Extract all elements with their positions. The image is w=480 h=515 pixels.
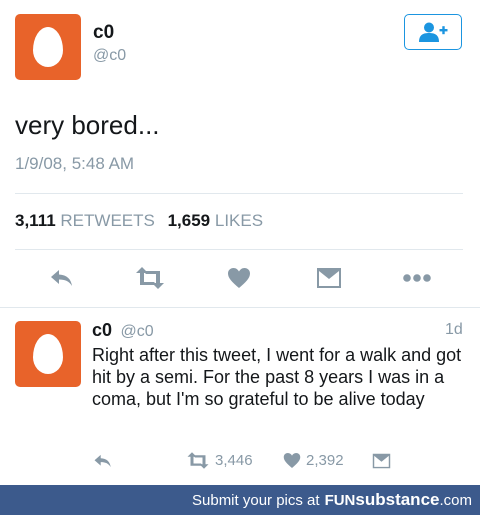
footer-prefix: Submit your pics at (192, 491, 320, 509)
timestamp[interactable]: 1/9/08, 5:48 AM (15, 154, 134, 174)
footer-brand-bold: FUN (324, 492, 356, 509)
reply-reply-button[interactable] (93, 453, 113, 469)
reply-like-count: 2,392 (306, 452, 344, 469)
more-icon (403, 274, 431, 282)
reply-button[interactable] (45, 264, 79, 292)
retweet-icon (136, 267, 164, 289)
more-button[interactable] (400, 264, 434, 292)
add-user-icon (419, 22, 448, 42)
reply-header: c0 @c0 (92, 320, 154, 341)
like-icon (228, 268, 250, 288)
divider (0, 307, 480, 308)
tweet-stats: 3,111 RETWEETS 1,659 LIKES (15, 211, 271, 231)
reply-icon (51, 270, 72, 286)
retweet-button[interactable] (132, 264, 168, 292)
like-icon (283, 453, 301, 468)
footer-brand-rest: substance (355, 490, 440, 509)
reply-time[interactable]: 1d (445, 321, 463, 339)
likes-count[interactable]: 1,659 (168, 211, 211, 230)
reply-avatar[interactable] (15, 321, 81, 387)
retweets-count[interactable]: 3,111 (15, 211, 56, 230)
egg-icon (33, 27, 63, 67)
reply-retweet-count: 3,446 (215, 452, 253, 469)
handle[interactable]: @c0 (93, 47, 126, 65)
reply-handle[interactable]: @c0 (120, 323, 153, 340)
reply-like-button[interactable]: 2,392 (283, 452, 344, 469)
message-button[interactable] (313, 264, 345, 292)
reply-message-button[interactable] (372, 453, 391, 469)
egg-icon (33, 334, 63, 374)
display-name[interactable]: c0 (93, 22, 114, 44)
avatar[interactable] (15, 14, 81, 80)
follow-button[interactable] (404, 14, 462, 50)
reply-text: Right after this tweet, I went for a wal… (92, 345, 462, 409)
watermark-banner: Submit your pics at FUNsubstance.com (0, 485, 480, 515)
footer-brand: FUNsubstance.com (325, 490, 472, 510)
retweets-label[interactable]: RETWEETS (60, 211, 154, 230)
like-button[interactable] (224, 264, 254, 292)
divider (15, 249, 463, 250)
footer-brand-tld: .com (439, 492, 472, 509)
message-icon (372, 453, 391, 469)
reply-icon (94, 454, 111, 468)
reply-display-name[interactable]: c0 (92, 320, 112, 340)
tweet-text: very bored... (15, 110, 160, 140)
message-icon (317, 268, 341, 288)
retweet-icon (187, 452, 209, 469)
reply-retweet-button[interactable]: 3,446 (186, 452, 253, 469)
divider (15, 193, 463, 194)
likes-label[interactable]: LIKES (215, 211, 263, 230)
